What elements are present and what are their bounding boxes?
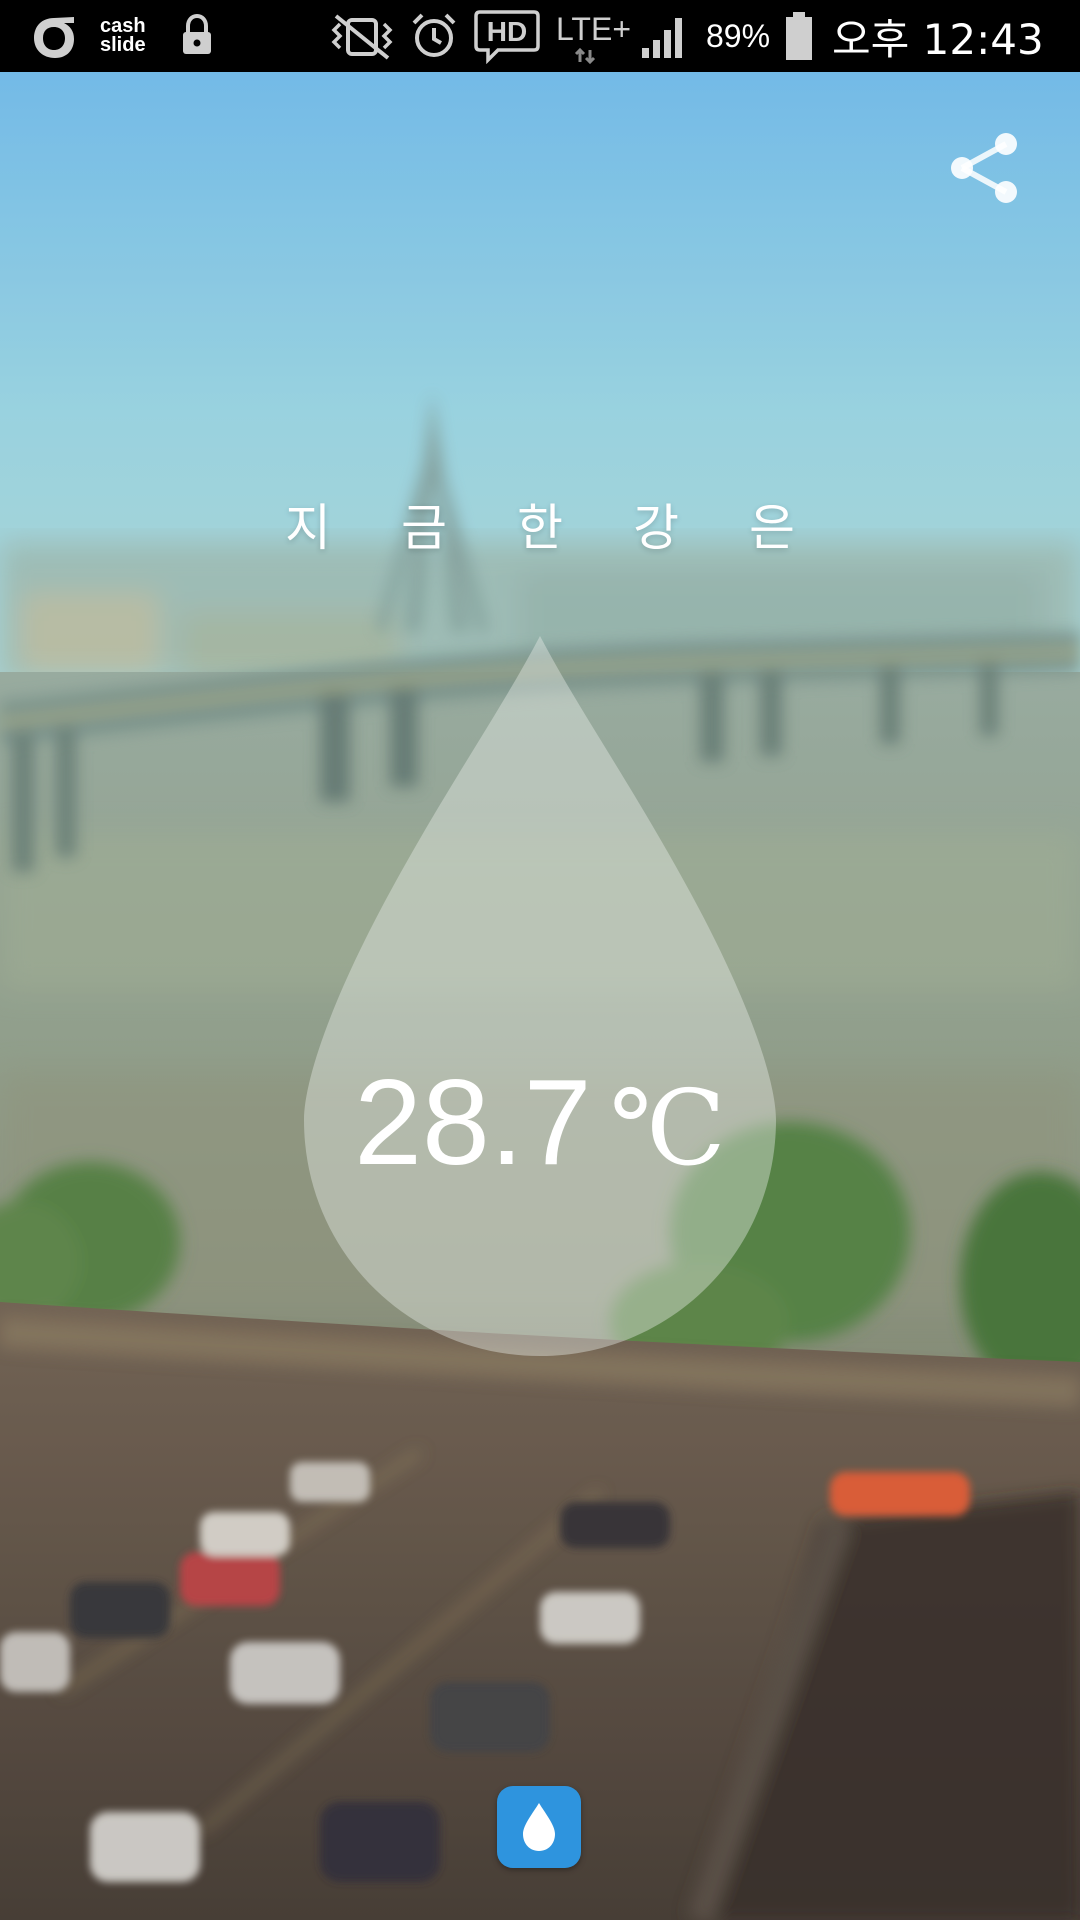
status-bar: cash slide HD LTE+ 89% 오후 12:43	[0, 0, 1080, 72]
water-drop-icon	[523, 1803, 555, 1851]
lte-icon: LTE+	[556, 0, 630, 72]
network-label: LTE+	[556, 11, 630, 47]
temperature-unit: ℃	[609, 1067, 726, 1189]
app-screen: cash slide HD LTE+ 89% 오후 12:43 지금한강은 28…	[0, 0, 1080, 1920]
battery-icon	[784, 0, 814, 72]
battery-percent: 89%	[706, 17, 771, 54]
cashslide-icon: cash slide	[100, 0, 146, 72]
water-drop-shape	[304, 636, 776, 1356]
headline: 지금한강은	[285, 499, 865, 557]
carrier-logo-icon	[28, 0, 80, 72]
signal-strength-icon	[640, 0, 690, 72]
hd-voice-icon: HD	[474, 0, 540, 72]
alarm-icon	[410, 0, 458, 72]
clock: 오후 12:43	[832, 14, 1044, 64]
water-drop-button[interactable]	[497, 1786, 581, 1868]
lock-icon	[180, 0, 214, 72]
temperature-display: 28.7 ℃	[0, 1052, 1080, 1192]
temperature-value: 28.7	[354, 1054, 592, 1190]
vibrate-mute-icon	[326, 0, 398, 72]
hd-label: HD	[487, 16, 527, 47]
share-icon	[951, 133, 1017, 203]
share-button[interactable]	[946, 130, 1022, 206]
cashslide-label-bottom: slide	[100, 34, 146, 56]
